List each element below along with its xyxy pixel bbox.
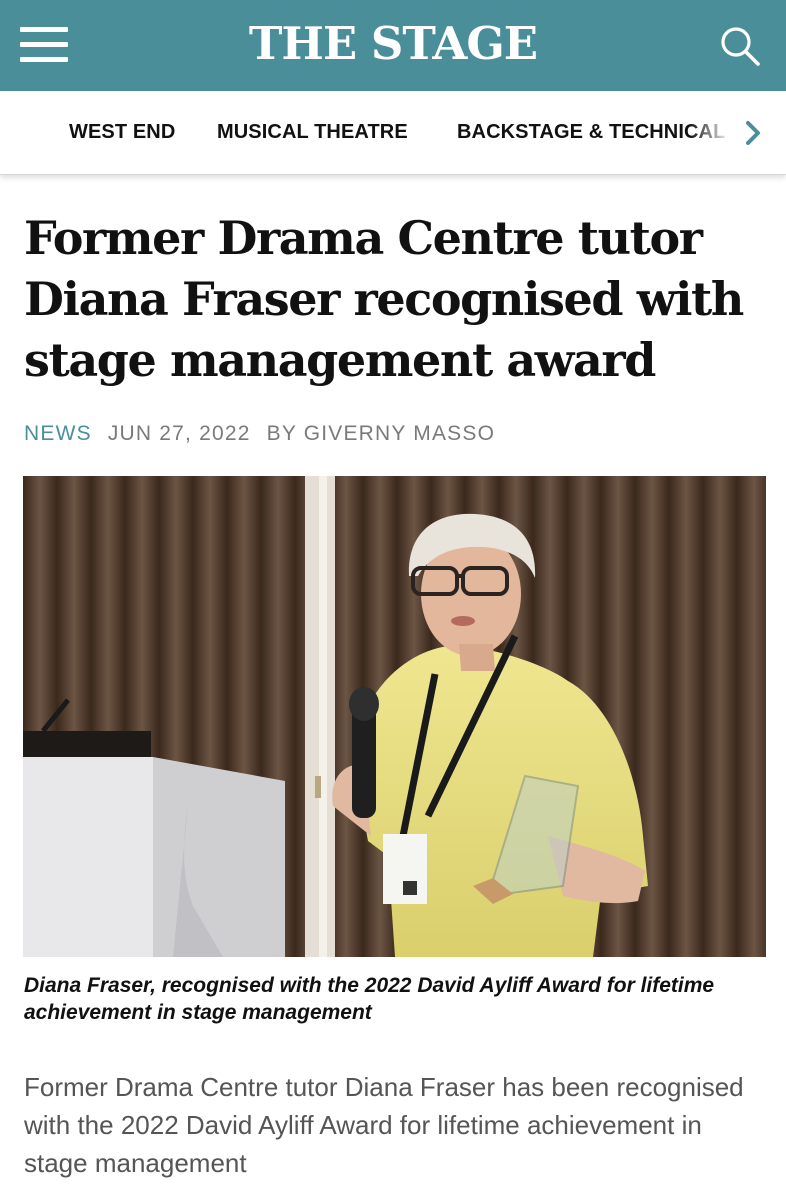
search-icon[interactable] [716,22,764,70]
nav-item-backstage-technical[interactable]: BACKSTAGE & TECHNICAL [457,121,725,144]
article-photo [23,476,766,957]
article-headline: Former Drama Centre tutor Diana Fraser r… [24,211,744,387]
nav-fade-overlay [690,91,740,174]
publish-date: JUN 27, 2022 [107,422,251,445]
author-byline[interactable]: BY GIVERNY MASSO [267,422,496,445]
article-meta: NEWS JUN 27, 2022 BY GIVERNY MASSO [24,422,495,446]
nav-item-west-end[interactable]: WEST END [69,121,175,144]
photo-caption: Diana Fraser, recognised with the 2022 D… [24,974,715,1024]
section-nav: WEST END MUSICAL THEATRE BACKSTAGE & TEC… [0,91,786,175]
site-header: THE STAGE [0,0,786,91]
nav-item-musical-theatre[interactable]: MUSICAL THEATRE [217,121,408,144]
nav-scroll-right-button[interactable] [736,91,786,174]
category-link[interactable]: NEWS [24,422,92,445]
site-logo[interactable]: THE STAGE [0,14,786,74]
chevron-right-icon [746,121,760,145]
article-lede: Former Drama Centre tutor Diana Fraser h… [24,1072,744,1178]
